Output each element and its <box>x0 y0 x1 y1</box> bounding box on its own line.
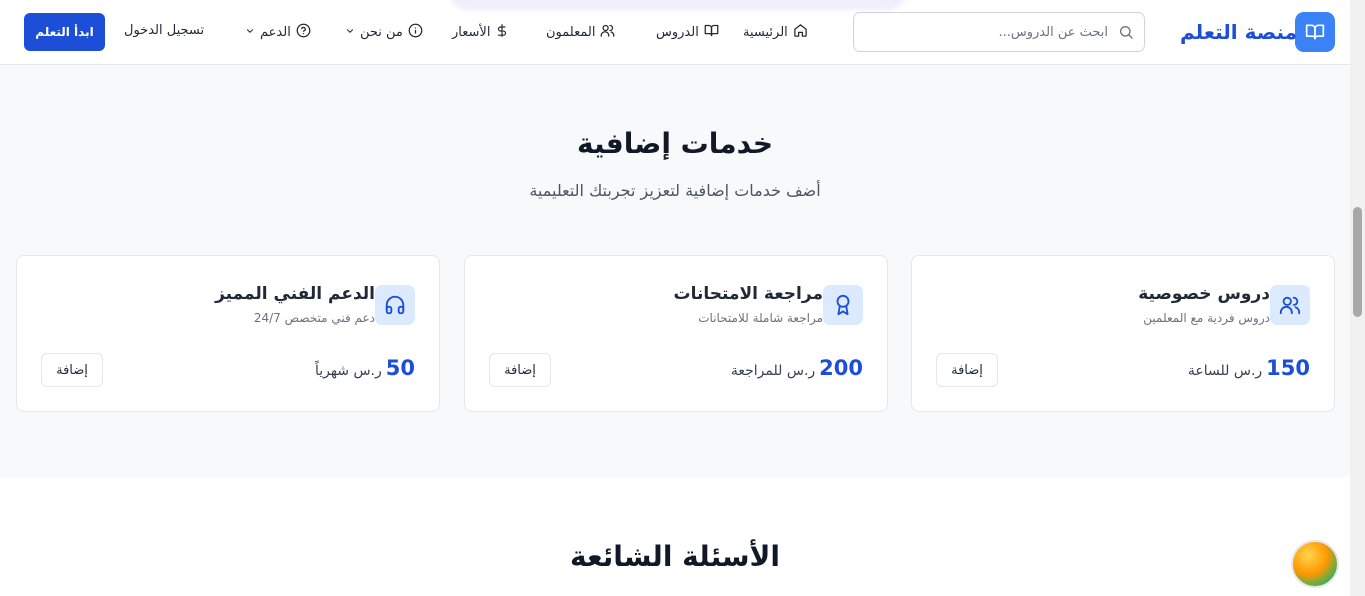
card-price: 50 ر.س شهرياً <box>315 356 415 380</box>
award-icon <box>823 285 863 325</box>
section-title: خدمات إضافية <box>577 127 773 160</box>
price-unit: ر.س للمراجعة <box>730 363 816 379</box>
card-description: مراجعة شاملة للامتحانات <box>698 311 823 325</box>
search-input[interactable] <box>864 24 1108 40</box>
section-subtitle: أضف خدمات إضافية لتعزيز تجربتك التعليمية <box>529 181 821 200</box>
service-card-exam-review: مراجعة الامتحانات مراجعة شاملة للامتحانا… <box>464 255 888 412</box>
nav-lessons-label: الدروس <box>656 24 699 40</box>
book-icon <box>704 23 719 42</box>
chevron-down-icon <box>245 25 255 40</box>
users-icon <box>1270 285 1310 325</box>
nav-about[interactable]: من نحن <box>345 22 423 42</box>
users-icon <box>600 23 615 42</box>
info-icon <box>408 23 423 42</box>
faq-title: الأسئلة الشائعة <box>570 540 780 573</box>
nav-about-label: من نحن <box>360 24 403 40</box>
card-title: مراجعة الامتحانات <box>673 284 823 304</box>
price-value: 50 <box>385 356 415 380</box>
card-description: دعم فني متخصص 24/7 <box>253 311 375 325</box>
nav-home[interactable]: الرئيسية <box>743 22 808 42</box>
nav-home-label: الرئيسية <box>743 24 788 40</box>
scrollbar-thumb[interactable] <box>1353 207 1362 317</box>
add-button[interactable]: إضافة <box>936 353 998 387</box>
page-scrollbar[interactable] <box>1350 0 1365 596</box>
start-learning-button[interactable]: ابدأ التعلم <box>24 13 105 51</box>
header-glow <box>450 0 905 10</box>
nav-teachers[interactable]: المعلمون <box>546 22 615 42</box>
service-card-premium-support: الدعم الفني المميز دعم فني متخصص 24/7 50… <box>16 255 440 412</box>
card-price: 200 ر.س للمراجعة <box>731 356 863 380</box>
price-unit: ر.س شهرياً <box>314 363 382 379</box>
nav-pricing-label: الأسعار <box>452 24 491 40</box>
card-title: الدعم الفني المميز <box>215 284 375 304</box>
price-value: 150 <box>1266 356 1310 380</box>
assistant-avatar[interactable] <box>1291 540 1339 588</box>
add-button[interactable]: إضافة <box>41 353 103 387</box>
logo[interactable]: منصة التعلم <box>1180 12 1335 52</box>
top-header: منصة التعلم الرئيسية الدروس المعلمون الأ… <box>0 0 1350 65</box>
search-box[interactable] <box>853 12 1145 52</box>
search-icon <box>1118 24 1134 40</box>
headphones-icon <box>375 285 415 325</box>
open-book-icon <box>1295 12 1335 52</box>
price-value: 200 <box>819 356 863 380</box>
price-unit: ر.س للساعة <box>1187 363 1263 379</box>
card-title: دروس خصوصية <box>1138 284 1270 304</box>
add-button[interactable]: إضافة <box>489 353 551 387</box>
logo-text: منصة التعلم <box>1179 20 1297 44</box>
extra-services-section: خدمات إضافية أضف خدمات إضافية لتعزيز تجر… <box>0 65 1350 477</box>
dollar-icon <box>495 23 509 42</box>
nav-pricing[interactable]: الأسعار <box>452 22 509 42</box>
login-link[interactable]: تسجيل الدخول <box>124 23 204 38</box>
card-description: دروس فردية مع المعلمين <box>1143 311 1270 325</box>
nav-teachers-label: المعلمون <box>546 24 596 40</box>
nav-support-label: الدعم <box>260 24 291 40</box>
chevron-down-icon <box>345 25 355 40</box>
help-circle-icon <box>296 23 311 42</box>
nav-support[interactable]: الدعم <box>245 22 311 42</box>
home-icon <box>793 23 808 42</box>
card-price: 150 ر.س للساعة <box>1188 356 1310 380</box>
nav-lessons[interactable]: الدروس <box>656 22 719 42</box>
service-card-private-lessons: دروس خصوصية دروس فردية مع المعلمين 150 ر… <box>911 255 1335 412</box>
